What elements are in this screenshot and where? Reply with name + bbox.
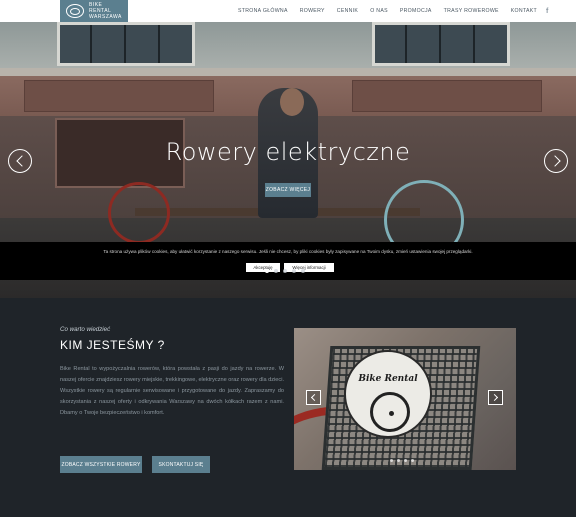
photo-dot[interactable] [411, 459, 414, 462]
hero-background-panel [24, 80, 214, 112]
hero-background-panel [352, 80, 542, 112]
slider-next-button[interactable] [544, 149, 568, 173]
menu-item-bikes[interactable]: ROWERY [294, 8, 331, 14]
photo-dot[interactable] [390, 459, 393, 462]
photo-next-button[interactable] [488, 390, 503, 405]
about-paragraph: Bike Rental to wypożyczalnia rowerów, kt… [60, 366, 284, 416]
all-bikes-button[interactable]: ZOBACZ WSZYSTKIE ROWERY [60, 456, 142, 473]
chevron-left-icon [310, 393, 319, 402]
slider-prev-button[interactable] [8, 149, 32, 173]
hero-person-head [280, 88, 304, 116]
hero-background-window [372, 22, 510, 66]
about-kicker: Co warto wiedzieć [60, 326, 111, 333]
menu-item-promo[interactable]: PROMOCJA [394, 8, 438, 14]
hero-title: Rowery elektryczne [165, 138, 411, 166]
about-section: Co warto wiedzieć KIM JESTEŚMY ? Bike Re… [0, 298, 576, 517]
slider-dot[interactable] [292, 269, 296, 273]
slider-dot[interactable] [283, 269, 287, 273]
facebook-icon[interactable]: f [546, 8, 548, 15]
top-navigation: BIKE RENTAL WARSZAWA STRONA GŁÓWNA ROWER… [0, 0, 576, 22]
menu-item-pricing[interactable]: CENNIK [331, 8, 364, 14]
menu-item-about[interactable]: O NAS [364, 8, 394, 14]
logo-text: BIKE RENTAL WARSZAWA [89, 2, 122, 20]
cookie-message: Ta strona używa plików cookies, aby ułat… [103, 249, 473, 254]
photo-prev-button[interactable] [306, 390, 321, 405]
photo-dot[interactable] [404, 459, 407, 462]
hero-background-window [57, 22, 195, 66]
slider-dot[interactable] [301, 269, 305, 273]
photo-dot[interactable] [397, 459, 400, 462]
logo-line-3: WARSZAWA [89, 14, 122, 20]
bike-rental-badge: Bike Rental [344, 350, 432, 438]
contact-button[interactable]: SKONTAKTUJ SIĘ [152, 456, 210, 473]
wheel-icon [370, 392, 410, 432]
main-menu: STRONA GŁÓWNA ROWERY CENNIK O NAS PROMOC… [232, 0, 548, 22]
slider-dot[interactable] [265, 269, 269, 273]
about-heading: KIM JESTEŚMY ? [60, 338, 165, 352]
menu-item-routes[interactable]: TRASY ROWEROWE [438, 8, 505, 14]
menu-item-contact[interactable]: KONTAKT [505, 8, 543, 14]
red-bike-wheel [108, 182, 170, 244]
cookie-banner: Ta strona używa plików cookies, aby ułat… [0, 242, 576, 280]
bike-logo-icon [66, 4, 84, 18]
hero-background-ledge [0, 68, 576, 76]
photo-pagination [390, 459, 414, 462]
badge-text: Bike Rental [358, 374, 418, 384]
slider-dot[interactable] [274, 269, 278, 273]
hero-more-button[interactable]: ZOBACZ WIĘCEJ [265, 183, 311, 197]
slider-pagination [265, 269, 305, 273]
chevron-right-icon [490, 393, 499, 402]
site-logo[interactable]: BIKE RENTAL WARSZAWA [60, 0, 128, 22]
about-photo-slider: Bike Rental [294, 328, 516, 470]
chevron-left-icon [16, 155, 28, 167]
chevron-right-icon [549, 155, 561, 167]
menu-item-home[interactable]: STRONA GŁÓWNA [232, 8, 294, 14]
